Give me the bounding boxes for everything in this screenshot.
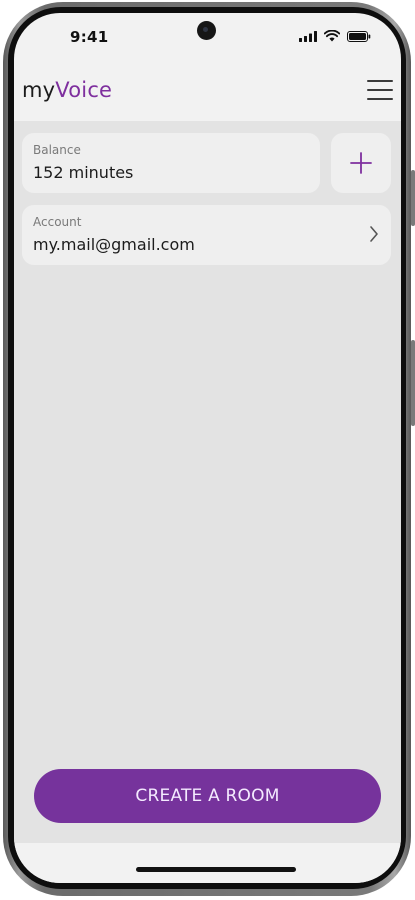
- chevron-right-icon: [370, 226, 378, 242]
- volume-button: [411, 170, 415, 226]
- create-room-button[interactable]: CREATE A ROOM: [34, 769, 381, 823]
- balance-label: Balance: [33, 143, 81, 157]
- signal-icon: [299, 30, 317, 42]
- menu-line: [367, 98, 393, 100]
- menu-line: [367, 89, 393, 91]
- account-card[interactable]: Account my.mail@gmail.com: [22, 205, 391, 265]
- balance-card: Balance 152 minutes: [22, 133, 320, 193]
- bottom-bar: [14, 843, 401, 883]
- home-indicator[interactable]: [136, 867, 296, 872]
- logo-suffix: Voice: [55, 78, 113, 102]
- front-camera: [197, 21, 216, 40]
- power-button: [411, 340, 415, 426]
- hamburger-menu-icon[interactable]: [365, 76, 395, 104]
- phone-device: 9:41 myVoice Balance 152 minutes Account…: [0, 0, 415, 900]
- account-label: Account: [33, 215, 82, 229]
- logo-prefix: my: [22, 78, 56, 102]
- app-header: myVoice: [14, 59, 401, 121]
- add-balance-button[interactable]: [331, 133, 391, 193]
- account-email: my.mail@gmail.com: [33, 235, 195, 254]
- status-time: 9:41: [70, 28, 109, 46]
- status-bar: 9:41: [14, 13, 401, 59]
- main-content: Balance 152 minutes Account my.mail@gmai…: [14, 121, 401, 843]
- menu-line: [367, 80, 393, 82]
- balance-value: 152 minutes: [33, 163, 134, 182]
- app-logo: myVoice: [22, 78, 112, 102]
- screen: 9:41 myVoice Balance 152 minutes Account…: [14, 13, 401, 883]
- plus-icon: [350, 152, 372, 174]
- battery-icon: [347, 30, 371, 42]
- wifi-icon: [324, 30, 340, 42]
- status-icons: [299, 30, 371, 42]
